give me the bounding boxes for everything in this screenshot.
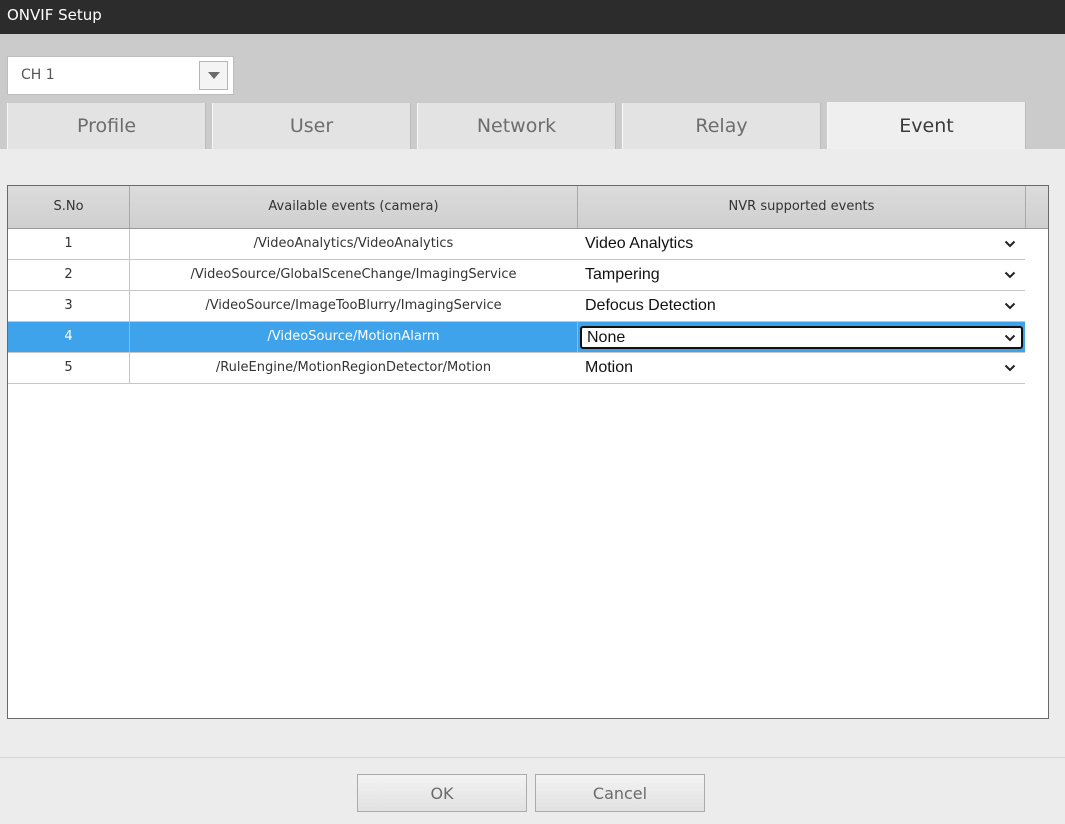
- events-table: S.No Available events (camera) NVR suppo…: [7, 185, 1049, 719]
- nvr-event-select[interactable]: Defocus Detection: [577, 291, 1024, 321]
- chevron-down-icon: [1004, 334, 1016, 342]
- table-row-selected[interactable]: 4 /VideoSource/MotionAlarm None: [8, 322, 1025, 353]
- row-camera-event: /VideoSource/MotionAlarm: [130, 322, 578, 352]
- header-sno[interactable]: S.No: [8, 186, 130, 228]
- nvr-event-value: Motion: [585, 359, 634, 376]
- row-sno: 2: [8, 260, 130, 290]
- chevron-down-icon: [1004, 364, 1016, 372]
- chevron-down-icon: [1004, 302, 1016, 310]
- row-camera-event: /VideoSource/ImageTooBlurry/ImagingServi…: [130, 291, 578, 321]
- nvr-event-select[interactable]: Tampering: [577, 260, 1024, 290]
- nvr-event-select[interactable]: Video Analytics: [577, 229, 1024, 259]
- row-camera-event: /RuleEngine/MotionRegionDetector/Motion: [130, 353, 578, 383]
- chevron-down-icon: [1004, 240, 1016, 248]
- row-camera-event: /VideoAnalytics/VideoAnalytics: [130, 229, 578, 259]
- table-header: S.No Available events (camera) NVR suppo…: [8, 186, 1048, 229]
- tab-relay[interactable]: Relay: [622, 103, 821, 149]
- table-row[interactable]: 1 /VideoAnalytics/VideoAnalytics Video A…: [8, 229, 1025, 260]
- table-row[interactable]: 3 /VideoSource/ImageTooBlurry/ImagingSer…: [8, 291, 1025, 322]
- row-sno: 1: [8, 229, 130, 259]
- cancel-button[interactable]: Cancel: [535, 774, 705, 812]
- ok-button[interactable]: OK: [357, 774, 527, 812]
- table-row[interactable]: 5 /RuleEngine/MotionRegionDetector/Motio…: [8, 353, 1025, 384]
- tab-network[interactable]: Network: [417, 103, 616, 149]
- row-sno: 5: [8, 353, 130, 383]
- table-row[interactable]: 2 /VideoSource/GlobalSceneChange/Imaging…: [8, 260, 1025, 291]
- nvr-event-value: None: [587, 329, 626, 346]
- chevron-down-icon: [1004, 271, 1016, 279]
- header-available-events[interactable]: Available events (camera): [130, 186, 578, 228]
- header-nvr-events[interactable]: NVR supported events: [578, 186, 1026, 228]
- channel-dropdown-value: CH 1: [21, 67, 55, 83]
- tab-event[interactable]: Event: [827, 102, 1026, 150]
- row-sno: 4: [8, 322, 130, 352]
- chevron-down-icon[interactable]: [199, 61, 228, 90]
- dialog-footer: [0, 757, 1065, 824]
- nvr-event-value: Tampering: [585, 266, 660, 283]
- tab-user[interactable]: User: [212, 103, 411, 149]
- row-camera-event: /VideoSource/GlobalSceneChange/ImagingSe…: [130, 260, 578, 290]
- tab-profile[interactable]: Profile: [7, 103, 206, 149]
- channel-dropdown[interactable]: CH 1: [7, 56, 234, 95]
- row-sno: 3: [8, 291, 130, 321]
- nvr-event-select[interactable]: None: [580, 326, 1023, 349]
- window-title: ONVIF Setup: [0, 0, 1065, 34]
- nvr-event-value: Video Analytics: [585, 235, 694, 252]
- nvr-event-value: Defocus Detection: [585, 297, 716, 314]
- nvr-event-select[interactable]: Motion: [577, 353, 1024, 383]
